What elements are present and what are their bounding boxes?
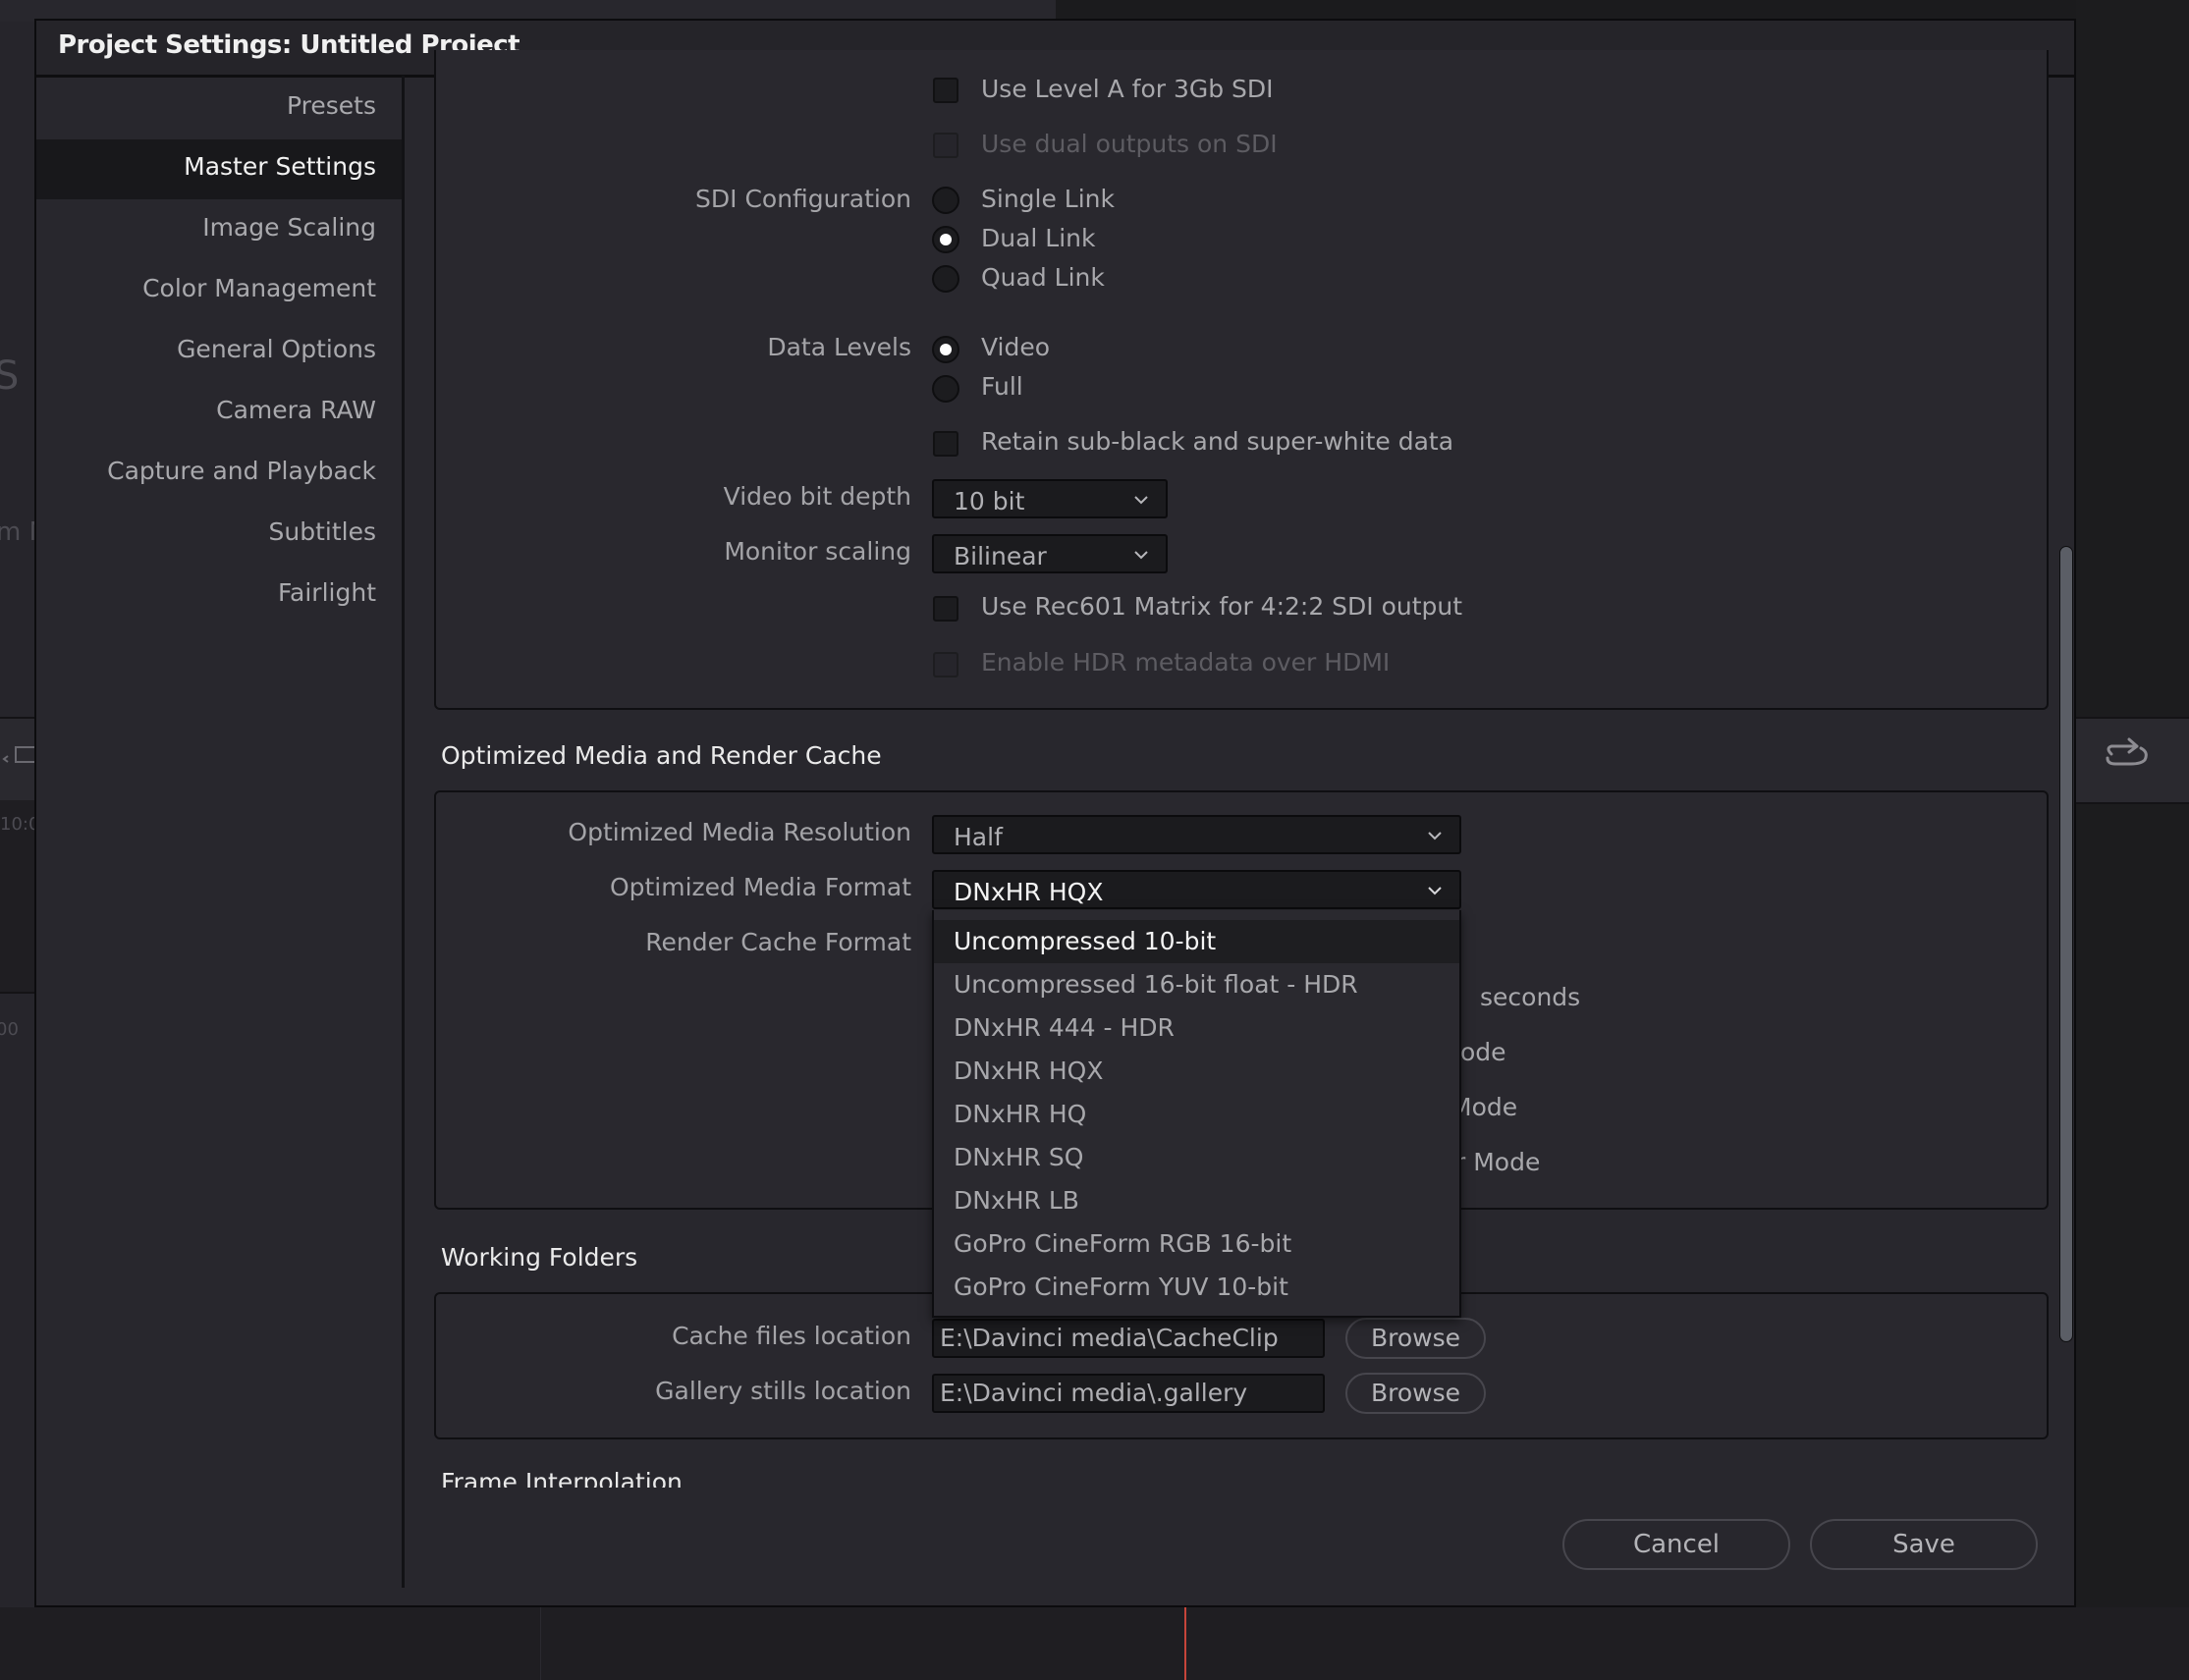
dropdown-option-dnxhr-hqx[interactable]: DNxHR HQX	[934, 1050, 1459, 1093]
cache-files-location-label: Cache files location	[672, 1322, 911, 1350]
rec601-label: Use Rec601 Matrix for 4:2:2 SDI output	[981, 592, 1463, 621]
chevron-down-icon	[1134, 551, 1148, 560]
cancel-button[interactable]: Cancel	[1562, 1519, 1790, 1570]
gallery-stills-location-input[interactable]: E:\Davinci media\.gallery	[932, 1374, 1325, 1413]
dropdown-option-dnxhr-hq[interactable]: DNxHR HQ	[934, 1093, 1459, 1136]
sdi-quad-link-label: Quad Link	[981, 263, 1105, 292]
optimized-media-format-label: Optimized Media Format	[609, 873, 911, 901]
sidebar-item-fairlight[interactable]: Fairlight	[36, 578, 376, 607]
sdi-single-link-radio[interactable]	[932, 187, 959, 214]
background-divider	[540, 1607, 541, 1680]
retain-sub-black-label: Retain sub-black and super-white data	[981, 427, 1454, 456]
dropdown-option-dnxhr-444-hdr[interactable]: DNxHR 444 - HDR	[934, 1006, 1459, 1050]
sidebar-item-color-management[interactable]: Color Management	[36, 274, 376, 302]
optimized-media-resolution-label: Optimized Media Resolution	[568, 818, 911, 846]
seconds-label: seconds	[1480, 983, 1581, 1011]
sdi-quad-link-radio[interactable]	[932, 265, 959, 293]
data-levels-full-label: Full	[981, 372, 1023, 401]
optimized-media-format-dropdown: Uncompressed 10-bit Uncompressed 16-bit …	[932, 910, 1461, 1318]
background-timeline	[0, 1607, 2189, 1680]
sidebar-item-master-settings[interactable]: Master Settings	[36, 152, 376, 181]
sidebar-item-capture-and-playback[interactable]: Capture and Playback	[36, 457, 376, 485]
sdi-single-link-label: Single Link	[981, 185, 1115, 213]
video-bit-depth-select[interactable]: 10 bit	[932, 479, 1168, 518]
retain-sub-black-checkbox[interactable]	[933, 431, 958, 457]
video-bit-depth-label: Video bit depth	[723, 482, 911, 511]
loop-icon[interactable]	[2102, 734, 2153, 774]
monitor-scaling-label: Monitor scaling	[724, 537, 911, 566]
save-button[interactable]: Save	[1810, 1519, 2038, 1570]
chevron-down-icon	[1134, 496, 1148, 505]
monitor-scaling-value: Bilinear	[954, 542, 1047, 570]
dropdown-option-gopro-cineform-rgb-16-bit[interactable]: GoPro CineForm RGB 16-bit	[934, 1222, 1459, 1266]
data-levels-full-radio[interactable]	[932, 375, 959, 403]
use-level-a-label: Use Level A for 3Gb SDI	[981, 75, 1274, 103]
chevron-down-icon	[1428, 887, 1442, 895]
settings-scrollbar-thumb[interactable]	[2059, 546, 2073, 1342]
hdr-metadata-checkbox	[933, 652, 958, 677]
chevron-down-icon	[1428, 832, 1442, 840]
frame-interpolation-clip: Frame Interpolation	[434, 1464, 2049, 1488]
cache-files-location-input[interactable]: E:\Davinci media\CacheClip	[932, 1319, 1325, 1358]
sdi-dual-link-label: Dual Link	[981, 224, 1096, 252]
project-settings-dialog: Project Settings: Untitled Project Prese…	[34, 19, 2076, 1607]
background-text-fragment: S	[0, 353, 20, 399]
render-cache-format-label: Render Cache Format	[645, 928, 911, 956]
video-bit-depth-value: 10 bit	[954, 487, 1025, 515]
sidebar-item-general-options[interactable]: General Options	[36, 335, 376, 363]
partial-mode-label: ode	[1460, 1038, 1506, 1066]
dropdown-option-dnxhr-sq[interactable]: DNxHR SQ	[934, 1136, 1459, 1179]
gallery-stills-location-label: Gallery stills location	[655, 1377, 911, 1405]
background-app-right-panel	[2076, 0, 2189, 1680]
sidebar-item-subtitles[interactable]: Subtitles	[36, 517, 377, 546]
cache-browse-button[interactable]: Browse	[1345, 1318, 1486, 1359]
monitor-scaling-select[interactable]: Bilinear	[932, 534, 1168, 573]
sidebar-item-image-scaling[interactable]: Image Scaling	[36, 213, 376, 242]
dropdown-option-uncompressed-10-bit[interactable]: Uncompressed 10-bit	[934, 920, 1459, 963]
partial-mode-label: r Mode	[1455, 1148, 1541, 1176]
sidebar-item-camera-raw[interactable]: Camera RAW	[36, 396, 376, 424]
optimized-media-format-value: DNxHR HQX	[954, 878, 1104, 906]
sidebar-item-presets[interactable]: Presets	[36, 91, 376, 120]
background-clip-icon	[2, 746, 34, 763]
rec601-checkbox[interactable]	[933, 596, 958, 622]
dropdown-option-uncompressed-16-bit-float-hdr[interactable]: Uncompressed 16-bit float - HDR	[934, 963, 1459, 1006]
frame-interpolation-section-title: Frame Interpolation	[441, 1468, 683, 1488]
data-levels-label: Data Levels	[767, 333, 911, 361]
data-levels-video-radio[interactable]	[932, 336, 959, 363]
sdi-dual-link-radio[interactable]	[932, 226, 959, 253]
use-level-a-checkbox[interactable]	[933, 78, 958, 103]
dual-outputs-label: Use dual outputs on SDI	[981, 130, 1278, 158]
background-ruler-fragment: 00	[0, 1019, 19, 1040]
gallery-browse-button[interactable]: Browse	[1345, 1373, 1486, 1414]
dropdown-option-gopro-cineform-yuv-10-bit[interactable]: GoPro CineForm YUV 10-bit	[934, 1266, 1459, 1309]
sdi-configuration-label: SDI Configuration	[695, 185, 911, 213]
optimized-media-resolution-select[interactable]: Half	[932, 815, 1461, 854]
optimized-media-section-title: Optimized Media and Render Cache	[441, 741, 882, 770]
hdr-metadata-label: Enable HDR metadata over HDMI	[981, 648, 1391, 677]
working-folders-section-title: Working Folders	[441, 1243, 638, 1272]
dual-outputs-checkbox	[933, 133, 958, 158]
optimized-media-format-select[interactable]: DNxHR HQX	[932, 870, 1461, 909]
dropdown-option-dnxhr-lb[interactable]: DNxHR LB	[934, 1179, 1459, 1222]
data-levels-video-label: Video	[981, 333, 1051, 361]
timeline-playhead	[1184, 1607, 1186, 1680]
optimized-media-resolution-value: Half	[954, 823, 1003, 851]
